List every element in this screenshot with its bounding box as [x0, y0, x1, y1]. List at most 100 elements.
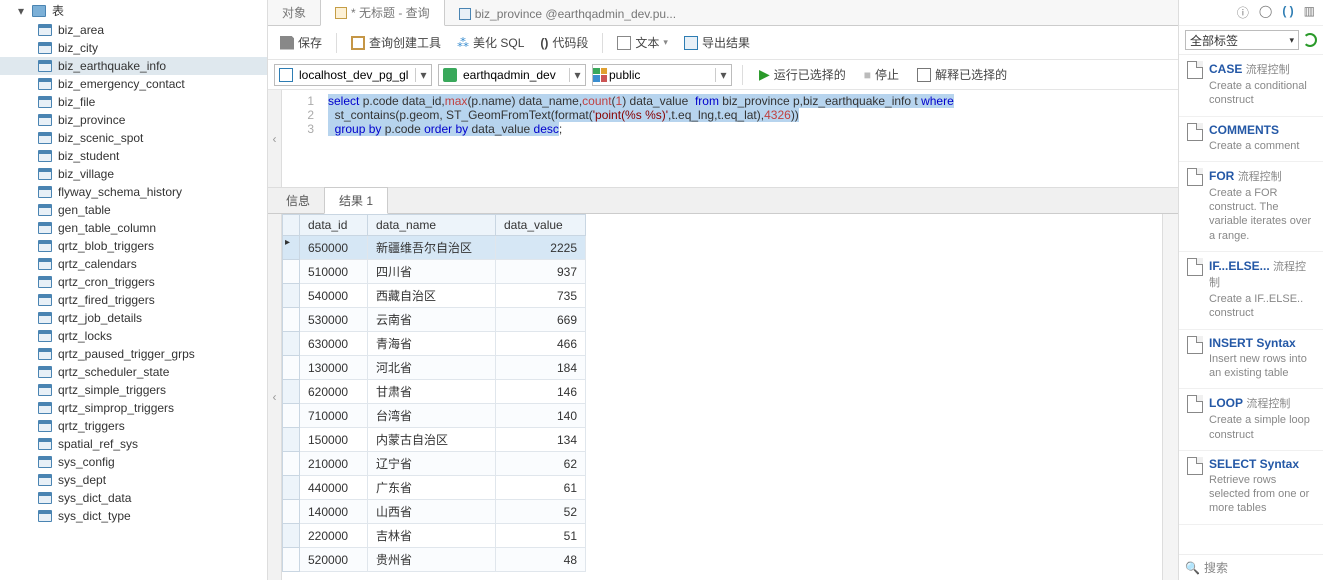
table-item-gen_table_column[interactable]: gen_table_column [0, 219, 267, 237]
row-header[interactable] [283, 548, 300, 572]
cell-data-id[interactable]: 650000 [300, 236, 368, 260]
cell-data-id[interactable]: 220000 [300, 524, 368, 548]
table-item-qrtz_fired_triggers[interactable]: qrtz_fired_triggers [0, 291, 267, 309]
braces-icon[interactable]: ( ) [1282, 4, 1293, 21]
row-header[interactable] [283, 524, 300, 548]
col-data-value[interactable]: data_value [496, 215, 586, 236]
collapse-results-handle[interactable]: ‹ [268, 214, 282, 580]
tab-biz-province[interactable]: biz_province @earthqadmin_dev.pu... [445, 3, 690, 25]
row-header[interactable] [283, 236, 300, 260]
row-header[interactable] [283, 332, 300, 356]
connection-select[interactable]: ▾ [274, 64, 432, 86]
table-item-qrtz_calendars[interactable]: qrtz_calendars [0, 255, 267, 273]
table-item-gen_table[interactable]: gen_table [0, 201, 267, 219]
table-row[interactable]: 210000辽宁省62 [283, 452, 586, 476]
cell-data-name[interactable]: 甘肃省 [368, 380, 496, 404]
snippet-for[interactable]: FOR 流程控制Create a FOR construct. The vari… [1179, 162, 1323, 252]
table-item-biz_village[interactable]: biz_village [0, 165, 267, 183]
tab-query-untitled[interactable]: * 无标题 - 查询 [320, 0, 445, 26]
beautify-sql-button[interactable]: ⁂美化 SQL [451, 31, 530, 54]
cell-data-name[interactable]: 吉林省 [368, 524, 496, 548]
table-item-biz_earthquake_info[interactable]: biz_earthquake_info [0, 57, 267, 75]
cell-data-id[interactable]: 530000 [300, 308, 368, 332]
table-row[interactable]: 530000云南省669 [283, 308, 586, 332]
cell-data-id[interactable]: 710000 [300, 404, 368, 428]
snippet-select-syntax[interactable]: SELECT Syntax Retrieve rows selected fro… [1179, 451, 1323, 525]
table-item-qrtz_locks[interactable]: qrtz_locks [0, 327, 267, 345]
table-item-qrtz_blob_triggers[interactable]: qrtz_blob_triggers [0, 237, 267, 255]
row-header[interactable] [283, 356, 300, 380]
table-item-flyway_schema_history[interactable]: flyway_schema_history [0, 183, 267, 201]
table-item-sys_config[interactable]: sys_config [0, 453, 267, 471]
table-item-spatial_ref_sys[interactable]: spatial_ref_sys [0, 435, 267, 453]
database-select[interactable]: ▾ [438, 64, 586, 86]
table-item-sys_dept[interactable]: sys_dept [0, 471, 267, 489]
cell-data-name[interactable]: 新疆维吾尔自治区 [368, 236, 496, 260]
run-selected-button[interactable]: ▶运行已选择的 [753, 63, 852, 86]
snippet-search[interactable]: 🔍 搜索 [1179, 554, 1323, 580]
snippet-case[interactable]: CASE 流程控制Create a conditional construct [1179, 55, 1323, 117]
row-header[interactable] [283, 308, 300, 332]
cell-data-id[interactable]: 210000 [300, 452, 368, 476]
query-builder-button[interactable]: 查询创建工具 [345, 31, 447, 54]
result-vertical-scrollbar[interactable] [1162, 214, 1178, 580]
table-item-qrtz_simprop_triggers[interactable]: qrtz_simprop_triggers [0, 399, 267, 417]
export-result-button[interactable]: 导出结果 [678, 31, 756, 54]
snippet-comments[interactable]: COMMENTS Create a comment [1179, 117, 1323, 162]
chevron-down-icon[interactable]: ▾ [569, 68, 585, 82]
snippet-if-else-[interactable]: IF...ELSE... 流程控制Create a IF..ELSE.. con… [1179, 252, 1323, 330]
tab-objects[interactable]: 对象 [268, 0, 320, 25]
database-input[interactable] [461, 65, 569, 85]
cell-data-name[interactable]: 青海省 [368, 332, 496, 356]
cell-data-id[interactable]: 620000 [300, 380, 368, 404]
chevron-down-icon[interactable]: ▾ [415, 68, 431, 82]
table-item-biz_scenic_spot[interactable]: biz_scenic_spot [0, 129, 267, 147]
table-row[interactable]: 620000甘肃省146 [283, 380, 586, 404]
cell-data-name[interactable]: 内蒙古自治区 [368, 428, 496, 452]
snippet-loop[interactable]: LOOP 流程控制Create a simple loop construct [1179, 389, 1323, 451]
col-data-name[interactable]: data_name [368, 215, 496, 236]
cell-data-id[interactable]: 440000 [300, 476, 368, 500]
table-row[interactable]: 150000内蒙古自治区134 [283, 428, 586, 452]
table-item-sys_dict_type[interactable]: sys_dict_type [0, 507, 267, 525]
table-item-biz_area[interactable]: biz_area [0, 21, 267, 39]
table-row[interactable]: 520000贵州省48 [283, 548, 586, 572]
table-row[interactable]: 650000新疆维吾尔自治区2225 [283, 236, 586, 260]
col-data-id[interactable]: data_id [300, 215, 368, 236]
cell-data-name[interactable]: 台湾省 [368, 404, 496, 428]
cell-data-value[interactable]: 62 [496, 452, 586, 476]
row-header[interactable] [283, 428, 300, 452]
row-header[interactable] [283, 260, 300, 284]
save-button[interactable]: 保存 [274, 31, 328, 54]
cell-data-value[interactable]: 134 [496, 428, 586, 452]
cell-data-id[interactable]: 520000 [300, 548, 368, 572]
cell-data-value[interactable]: 466 [496, 332, 586, 356]
cell-data-value[interactable]: 735 [496, 284, 586, 308]
table-item-qrtz_cron_triggers[interactable]: qrtz_cron_triggers [0, 273, 267, 291]
result-grid[interactable]: data_id data_name data_value 650000新疆维吾尔… [282, 214, 1162, 580]
cell-data-value[interactable]: 61 [496, 476, 586, 500]
tag-filter-select[interactable]: 全部标签 ▾ [1185, 30, 1299, 50]
row-header[interactable] [283, 380, 300, 404]
cell-data-value[interactable]: 146 [496, 380, 586, 404]
table-item-biz_emergency_contact[interactable]: biz_emergency_contact [0, 75, 267, 93]
circle-icon[interactable]: ◯ [1259, 4, 1272, 21]
table-row[interactable]: 130000河北省184 [283, 356, 586, 380]
row-header[interactable] [283, 500, 300, 524]
table-row[interactable]: 440000广东省61 [283, 476, 586, 500]
row-header[interactable] [283, 284, 300, 308]
cell-data-id[interactable]: 130000 [300, 356, 368, 380]
table-item-biz_file[interactable]: biz_file [0, 93, 267, 111]
row-header[interactable] [283, 452, 300, 476]
table-row[interactable]: 140000山西省52 [283, 500, 586, 524]
cell-data-value[interactable]: 52 [496, 500, 586, 524]
cell-data-name[interactable]: 云南省 [368, 308, 496, 332]
table-item-qrtz_scheduler_state[interactable]: qrtz_scheduler_state [0, 363, 267, 381]
schema-select[interactable]: ▾ [592, 64, 732, 86]
cell-data-value[interactable]: 2225 [496, 236, 586, 260]
cell-data-value[interactable]: 184 [496, 356, 586, 380]
text-export-button[interactable]: 文本▾ [611, 31, 674, 54]
cell-data-name[interactable]: 四川省 [368, 260, 496, 284]
code-snippet-button[interactable]: ()代码段 [534, 31, 594, 54]
collapse-editor-handle[interactable]: ‹ [268, 90, 282, 187]
